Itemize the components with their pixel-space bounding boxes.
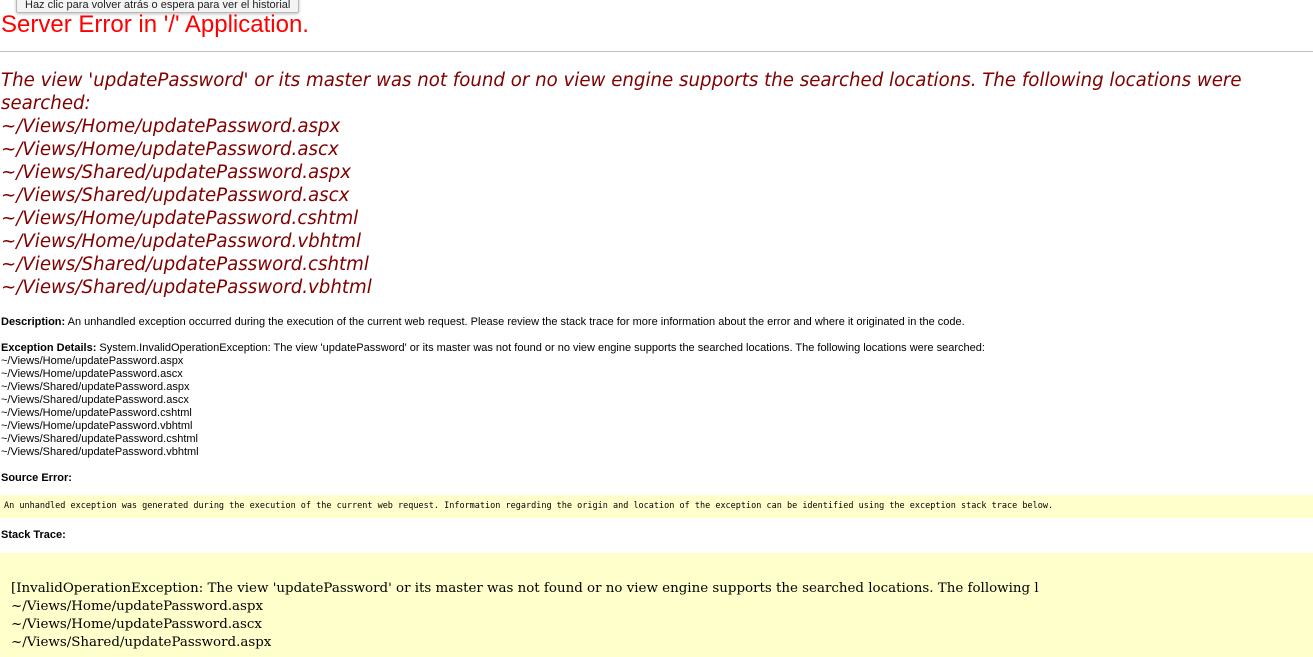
exception-location: ~/Views/Home/updatePassword.ascx	[1, 368, 183, 380]
exception-location: ~/Views/Shared/updatePassword.vbhtml	[1, 446, 199, 458]
error-message-text: The view 'updatePassword' or its master …	[1, 70, 1242, 114]
stack-trace-line: ~/Views/Home/updatePassword.ascx	[11, 617, 262, 632]
error-message: The view 'updatePassword' or its master …	[1, 69, 1301, 299]
page-title: Server Error in '/' Application.	[1, 11, 309, 38]
source-error-box: An unhandled exception was generated dur…	[0, 495, 1313, 518]
exception-location: ~/Views/Home/updatePassword.vbhtml	[1, 420, 193, 432]
back-button-tooltip: Haz clic para volver atrás o espera para…	[16, 0, 300, 13]
exception-location: ~/Views/Shared/updatePassword.cshtml	[1, 433, 198, 445]
exception-details-section: Exception Details: System.InvalidOperati…	[1, 342, 985, 459]
description-label: Description:	[1, 316, 66, 328]
exception-location: ~/Views/Shared/updatePassword.ascx	[1, 394, 189, 406]
exception-details-text: System.InvalidOperationException: The vi…	[99, 342, 985, 354]
exception-details-label: Exception Details:	[1, 342, 97, 354]
error-location: ~/Views/Shared/updatePassword.ascx	[1, 185, 350, 206]
error-location: ~/Views/Home/updatePassword.cshtml	[1, 208, 359, 229]
description-text: An unhandled exception occurred during t…	[67, 316, 965, 328]
title-divider	[0, 51, 1313, 52]
source-error-text: An unhandled exception was generated dur…	[4, 501, 1054, 511]
stack-trace-line: ~/Views/Home/updatePassword.aspx	[11, 599, 264, 614]
stack-trace-line: ~/Views/Shared/updatePassword.aspx	[11, 635, 272, 650]
error-location: ~/Views/Home/updatePassword.ascx	[1, 139, 339, 160]
stack-trace-text: [InvalidOperationException: The view 'up…	[0, 553, 1313, 652]
stack-trace-line: [InvalidOperationException: The view 'up…	[11, 581, 1039, 596]
exception-details-line: Exception Details: System.InvalidOperati…	[1, 342, 985, 355]
exception-location: ~/Views/Shared/updatePassword.aspx	[1, 381, 190, 393]
error-location: ~/Views/Shared/updatePassword.aspx	[1, 162, 351, 183]
error-location: ~/Views/Shared/updatePassword.vbhtml	[1, 277, 372, 298]
exception-location: ~/Views/Home/updatePassword.aspx	[1, 355, 184, 367]
description-section: Description: An unhandled exception occu…	[1, 316, 965, 329]
error-location: ~/Views/Home/updatePassword.aspx	[1, 116, 341, 137]
source-error-label: Source Error:	[1, 472, 72, 484]
error-location: ~/Views/Shared/updatePassword.cshtml	[1, 254, 369, 275]
exception-location: ~/Views/Home/updatePassword.cshtml	[1, 407, 192, 419]
stack-trace-label: Stack Trace:	[1, 529, 66, 541]
error-location: ~/Views/Home/updatePassword.vbhtml	[1, 231, 362, 252]
stack-trace-box[interactable]: [InvalidOperationException: The view 'up…	[0, 553, 1313, 657]
